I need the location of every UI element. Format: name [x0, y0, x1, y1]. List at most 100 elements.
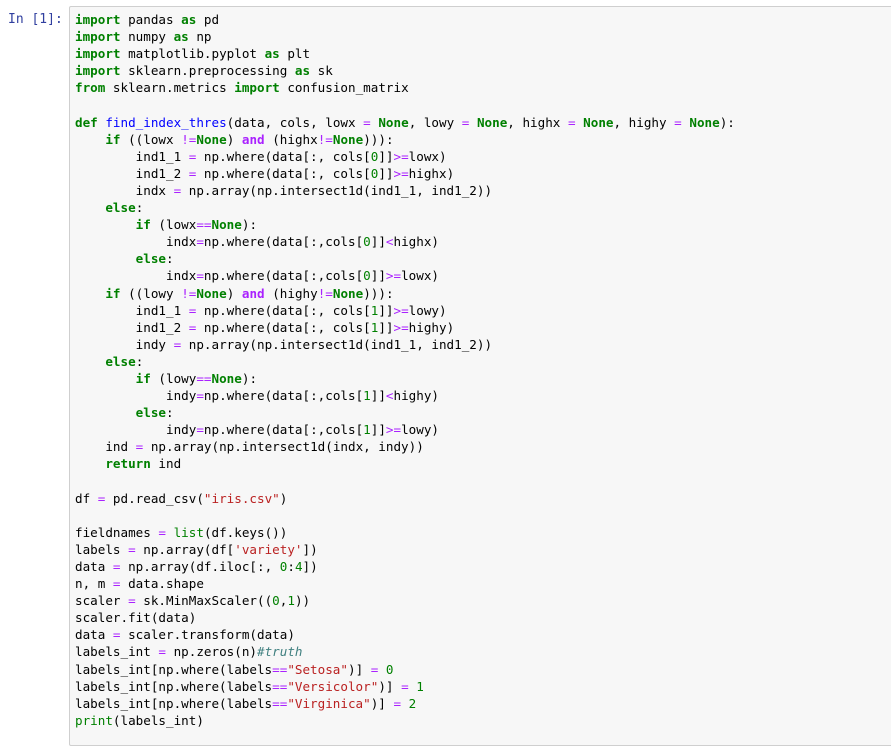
code-token: labels_int	[75, 644, 159, 660]
code-token: np.where(data[:,cols[	[203, 422, 364, 438]
code-line: fieldnames = list(df.keys())	[75, 524, 735, 541]
code-token: ind	[75, 439, 136, 455]
code-token: labels	[75, 541, 129, 557]
code-token: !=	[317, 131, 333, 147]
code-token: =	[128, 541, 136, 557]
code-line: labels_int = np.zeros(n)#truth	[75, 643, 735, 660]
code-line: import matplotlib.pyplot as plt	[75, 45, 735, 62]
code-token: !=	[181, 285, 197, 301]
code-editor[interactable]: import pandas as pd import numpy as np imp…	[75, 11, 735, 729]
code-token: (data, cols, lowx	[226, 114, 364, 130]
code-token: 4	[294, 559, 303, 574]
code-line: labels_int[np.where(labels=="Virginica")…	[75, 695, 735, 712]
code-token: as	[181, 12, 197, 27]
code-token: data.shape	[120, 576, 204, 592]
notebook-code-cell[interactable]: In [1]: import pandas as pd import numpy …	[0, 0, 891, 746]
code-token: ind	[150, 456, 182, 472]
code-token: ((lowx	[120, 131, 182, 147]
code-token: =	[674, 114, 682, 130]
code-token: np.array(np.intersect1d(ind1_1, ind1_2))	[181, 336, 493, 352]
code-line: else:	[75, 250, 735, 267]
code-token: 'variety'	[234, 541, 303, 557]
code-token: None	[476, 114, 508, 130]
code-token: ==	[272, 695, 288, 711]
code-token: else	[135, 251, 167, 267]
code-token: )	[226, 285, 242, 301]
code-token: import	[75, 46, 121, 62]
code-token: , highy	[613, 114, 675, 130]
code-token: ))):	[363, 285, 394, 301]
code-token: pd.read_csv(	[105, 490, 204, 506]
code-line: if (lowy==None):	[75, 370, 735, 387]
code-token: else	[135, 405, 167, 421]
code-token: ((lowy	[120, 285, 182, 301]
code-token: 1	[363, 422, 371, 438]
code-token: numpy	[120, 29, 174, 45]
code-token: 1	[416, 678, 424, 694]
code-token: np	[188, 29, 212, 45]
code-token: (highx	[264, 131, 318, 147]
code-line: return ind	[75, 455, 735, 472]
code-token: np.array(df[	[135, 541, 235, 557]
code-token: import	[75, 29, 121, 45]
code-token: :	[166, 251, 174, 267]
code-line: ind1_2 = np.where(data[:, cols[0]]>=high…	[75, 165, 735, 182]
code-token: , lowy	[408, 114, 462, 130]
code-token: ]]	[378, 148, 394, 164]
code-token: indx	[75, 182, 174, 198]
code-token: np.where(data[:,cols[	[203, 268, 364, 284]
code-token: confusion_matrix	[279, 80, 409, 96]
code-token: ind1_1	[75, 302, 189, 318]
code-token: lowx)	[408, 148, 447, 164]
code-line: data = np.array(df.iloc[:, 0:4])	[75, 558, 735, 575]
code-token: "Virginica"	[287, 695, 371, 711]
code-token: =	[196, 422, 204, 438]
code-token: ]]	[378, 319, 394, 335]
code-line: ind1_1 = np.where(data[:, cols[0]]>=lowx…	[75, 148, 735, 165]
code-token: ):	[241, 370, 258, 386]
code-token: ])	[302, 559, 318, 574]
code-token: "Versicolor"	[287, 678, 379, 694]
code-line: ind1_2 = np.where(data[:, cols[1]]>=high…	[75, 319, 735, 336]
code-line: labels_int[np.where(labels=="Setosa")] =…	[75, 661, 735, 678]
code-token: (highy	[264, 285, 318, 301]
code-token: #truth	[257, 644, 303, 660]
code-token: plt	[279, 46, 311, 62]
code-token: None	[196, 285, 227, 301]
code-line: if ((lowx !=None) and (highx!=None))):	[75, 131, 735, 148]
code-token: 1	[363, 388, 371, 404]
code-token: "iris.csv"	[203, 490, 280, 506]
code-token: ind1_2	[75, 319, 189, 335]
code-line: from sklearn.metrics import confusion_ma…	[75, 79, 735, 96]
code-line: indy=np.where(data[:,cols[1]]>=lowy)	[75, 421, 735, 438]
code-token: indy	[75, 388, 197, 404]
code-line: indy = np.array(np.intersect1d(ind1_1, i…	[75, 336, 735, 353]
code-line: print(labels_int)	[75, 712, 735, 729]
code-token: ==	[196, 217, 212, 233]
code-token: scaler	[75, 593, 129, 609]
code-token: >=	[393, 302, 409, 318]
code-line: df = pd.read_csv("iris.csv")	[75, 490, 735, 507]
code-token: highy)	[408, 319, 455, 335]
code-line: indx = np.array(np.intersect1d(ind1_1, i…	[75, 182, 735, 199]
code-line: scaler.fit(data)	[75, 609, 735, 626]
code-token: pandas	[120, 12, 182, 27]
code-token: =	[158, 524, 166, 540]
code-token: )	[279, 490, 288, 506]
code-token: lowy)	[401, 422, 440, 438]
code-token: sk	[310, 63, 333, 79]
code-token: >=	[393, 319, 409, 335]
code-token: :	[135, 353, 144, 369]
code-token: find_index_thres	[105, 114, 227, 130]
code-token: None	[378, 114, 409, 130]
code-token: ==	[196, 370, 212, 386]
code-line: else:	[75, 199, 735, 216]
code-token: <	[385, 234, 394, 250]
